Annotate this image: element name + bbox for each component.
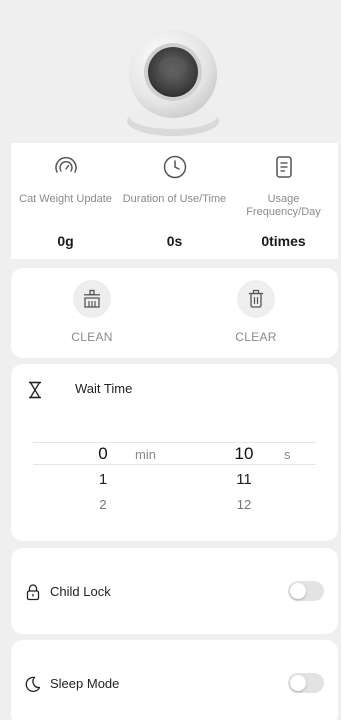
stat-label: Duration of Use/Time [122, 193, 227, 205]
minutes-picker-option[interactable]: 1 [88, 471, 118, 488]
child-lock-toggle[interactable] [288, 581, 324, 601]
clean-icon-circle[interactable] [73, 280, 111, 318]
seconds-unit-label: s [284, 447, 291, 462]
broom-icon [84, 289, 100, 308]
clean-button[interactable]: CLEAN [52, 280, 132, 344]
child-lock-label: Child Lock [50, 584, 111, 599]
clear-icon-circle[interactable] [237, 280, 275, 318]
gauge-icon [54, 156, 77, 173]
clock-icon [163, 155, 186, 179]
document-icon [275, 156, 292, 178]
picker-selection-band [33, 442, 316, 465]
wait-time-card: Wait Time 0 1 2 min 10 11 12 s [11, 364, 338, 541]
sleep-mode-label: Sleep Mode [50, 676, 120, 691]
stats-panel: Cat Weight Update 0g Duration of Use/Tim… [11, 143, 338, 259]
sleep-mode-toggle[interactable] [288, 673, 324, 693]
minutes-picker-option[interactable]: 2 [88, 497, 118, 512]
stat-usage-frequency: Usage Frequency/Day 0times [229, 143, 338, 259]
trash-icon [249, 289, 263, 308]
seconds-picker-option[interactable]: 11 [229, 471, 259, 488]
lock-icon [26, 584, 40, 601]
hourglass-icon [29, 381, 41, 399]
actions-card: CLEAN CLEAR [11, 268, 338, 358]
hero-area [0, 0, 341, 142]
minutes-picker-option-selected[interactable]: 0 [88, 444, 118, 464]
stat-cat-weight: Cat Weight Update 0g [11, 143, 120, 259]
stat-value: 0times [261, 233, 306, 249]
child-lock-card: Child Lock [11, 548, 338, 634]
seconds-picker-option[interactable]: 12 [229, 497, 259, 512]
clear-label: CLEAR [235, 330, 277, 344]
toggle-knob [290, 675, 306, 691]
stat-duration: Duration of Use/Time 0s [120, 143, 229, 259]
wait-time-title: Wait Time [75, 381, 133, 396]
moon-icon [25, 676, 41, 693]
stat-value: 0s [166, 233, 183, 249]
seconds-picker-option-selected[interactable]: 10 [229, 444, 259, 464]
sleep-mode-card: Sleep Mode [11, 640, 338, 720]
minutes-unit-label: min [135, 447, 156, 462]
stat-label: Usage Frequency/Day [246, 193, 321, 218]
stat-label: Cat Weight Update [19, 193, 112, 205]
stat-value: 0g [57, 233, 74, 249]
clean-label: CLEAN [71, 330, 113, 344]
litter-box-device-image [127, 30, 219, 136]
clear-button[interactable]: CLEAR [216, 280, 296, 344]
toggle-knob [290, 583, 306, 599]
